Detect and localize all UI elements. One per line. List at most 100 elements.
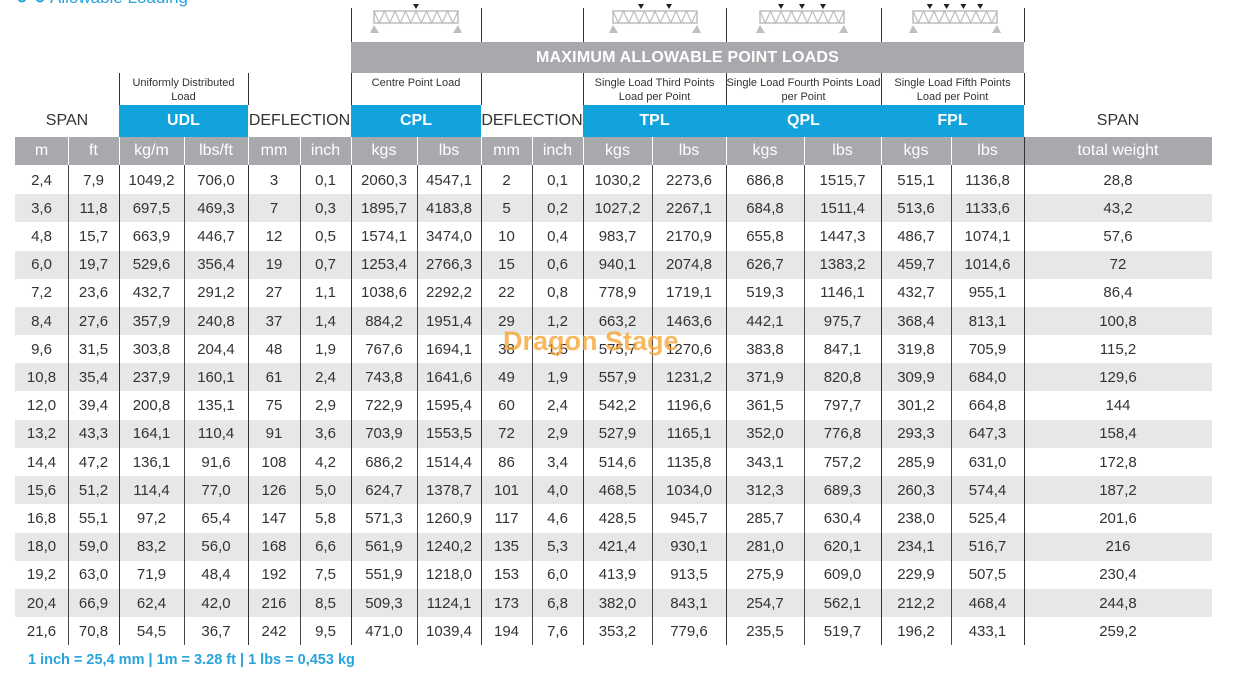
watermark: Dragon Stage [503, 326, 679, 356]
table-cell: 19,2 [26, 566, 57, 584]
table-cell: 60 [498, 397, 515, 415]
table-cell: 371,9 [746, 368, 784, 386]
table-cell: 319,8 [897, 340, 935, 358]
table-cell: 542,2 [598, 397, 637, 415]
fpl-truss-diagram-icon [909, 4, 1001, 33]
table-cell: 1383,2 [819, 256, 866, 274]
table-cell: 1196,6 [666, 397, 712, 415]
table-cell: 4,2 [315, 453, 336, 471]
table-cell: 2273,6 [666, 171, 712, 189]
table-cell: 6,8 [547, 594, 568, 612]
table-cell: 168 [261, 538, 287, 556]
table-cell: 0,7 [315, 256, 336, 274]
table-cell: 12,0 [26, 397, 57, 415]
fpl-header: FPL [881, 105, 1024, 137]
table-cell: 757,2 [823, 453, 862, 471]
table-cell: 23,6 [78, 284, 109, 302]
table-cell: 11,8 [79, 199, 108, 217]
table-cell: 70,8 [78, 622, 109, 640]
table-cell: 551,9 [365, 566, 403, 584]
table-cell: 117 [494, 509, 519, 527]
table-cell: 10 [498, 227, 515, 245]
table-cell: 144 [1105, 397, 1131, 415]
table-cell: 1231,2 [666, 368, 712, 386]
table-cell: 275,9 [746, 566, 784, 584]
cpl-header: CPL [351, 105, 481, 137]
table-cell: 5,0 [315, 481, 336, 499]
table-cell: 27,6 [78, 312, 109, 330]
table-cell: 1719,1 [666, 284, 712, 302]
table-cell: 1514,4 [426, 453, 472, 471]
table-cell: 609,0 [823, 566, 862, 584]
table-cell: 39,4 [78, 397, 109, 415]
table-cell: 1218,0 [426, 566, 472, 584]
table-cell: 686,2 [365, 453, 403, 471]
table-cell: 135 [493, 538, 520, 556]
table-cell: 36,7 [201, 622, 231, 640]
table-cell: 1260,9 [426, 509, 472, 527]
table-cell: 930,1 [670, 538, 708, 556]
table-cell: 230,4 [1099, 566, 1137, 584]
column-divider [726, 137, 727, 646]
table-cell: 97,2 [136, 509, 167, 527]
table-row: 15,6 51,2 114,4 77,0 126 5,0 624,7 1378,7 101 4,0… [15, 476, 1212, 505]
cpl-truss-diagram-icon [370, 4, 462, 33]
table-row: 2,4 7,9 1049,2 706,0 3 0,1 2060,3 4547,1 2 0,1 103… [15, 166, 1212, 194]
table-cell: 259,2 [1099, 622, 1137, 640]
table-cell: 27 [265, 284, 283, 302]
table-cell: 356,4 [197, 256, 235, 274]
unit-header-16: total weight [1077, 142, 1159, 159]
udl-header: UDL [119, 105, 248, 137]
table-cell: 129,6 [1099, 368, 1137, 386]
table-cell: 47,2 [78, 453, 109, 471]
table-cell: 0,1 [547, 171, 568, 189]
header-divider [881, 73, 882, 105]
allowable-loading-table-page: Allowable Loading MAXIMUM ALLOWABLE POIN… [0, 0, 1235, 680]
table-cell: 779,6 [670, 622, 708, 640]
table-cell: 31,5 [78, 340, 109, 358]
table-cell: 778,9 [598, 284, 637, 302]
table-cell: 62,4 [136, 594, 167, 612]
table-row: 19,2 63,0 71,9 48,4 192 7,5 551,9 1218,0 153 6,0 4… [15, 561, 1212, 589]
table-cell: 4,6 [547, 509, 568, 527]
table-cell: 1515,7 [819, 171, 866, 189]
table-cell: 160,1 [197, 368, 235, 386]
column-divider [951, 137, 952, 646]
table-cell: 91 [265, 425, 283, 443]
table-cell: 309,9 [897, 368, 935, 386]
table-cell: 574,4 [968, 481, 1007, 499]
table-cell: 519,3 [746, 284, 784, 302]
table-cell: 10,8 [26, 368, 57, 386]
table-cell: 51,2 [78, 481, 109, 499]
table-cell: 469,3 [197, 199, 235, 217]
table-cell: 20,4 [26, 594, 57, 612]
table-cell: 1,9 [547, 368, 568, 386]
table-cell: 940,1 [598, 256, 637, 274]
table-row: 3,6 11,8 697,5 469,3 7 0,3 1895,7 4183,8 5 0,2 102… [15, 194, 1212, 223]
table-cell: 352,0 [746, 425, 784, 443]
table-cell: 507,5 [968, 566, 1007, 584]
table-cell: 0,6 [547, 256, 568, 274]
table-cell: 2292,2 [426, 284, 472, 302]
table-cell: 200,8 [132, 397, 171, 415]
unit-divider [881, 137, 882, 165]
table-cell: 285,7 [746, 509, 784, 527]
table-cell: 2,9 [547, 425, 568, 443]
table-cell: 705,9 [968, 340, 1007, 358]
column-divider [248, 137, 249, 646]
header-divider [481, 8, 482, 42]
table-row: 10,8 35,4 237,9 160,1 61 2,4 743,8 1641,6 49 1,9 5… [15, 363, 1212, 392]
table-cell: 664,8 [968, 397, 1007, 415]
table-cell: 57,6 [1103, 227, 1133, 245]
column-divider [881, 137, 882, 646]
table-cell: 514,6 [598, 453, 637, 471]
table-cell: 343,1 [746, 453, 784, 471]
table-cell: 234,1 [897, 538, 935, 556]
unit-header-1: ft [89, 142, 98, 159]
table-row: 6,0 19,7 529,6 356,4 19 0,7 1253,4 2766,3 15 0,6 9… [15, 250, 1212, 279]
table-cell: 1165,1 [666, 425, 712, 443]
table-cell: 1034,0 [666, 481, 712, 499]
table-row: 12,0 39,4 200,8 135,1 75 2,9 722,9 1595,4 60 2,4 5… [15, 392, 1212, 420]
header-divider [583, 73, 584, 105]
header-divider [881, 8, 882, 42]
